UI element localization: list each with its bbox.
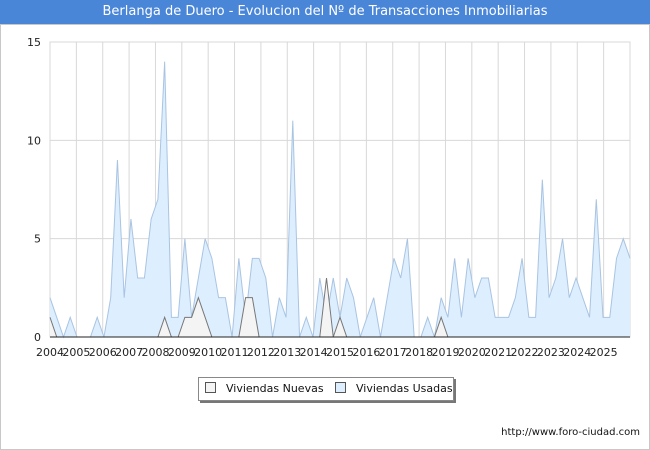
x-tick-label: 2015 — [326, 346, 354, 359]
y-tick-label: 10 — [27, 134, 41, 147]
x-tick-label: 2018 — [405, 346, 433, 359]
x-tick-label: 2023 — [537, 346, 565, 359]
x-tick-label: 2004 — [36, 346, 64, 359]
x-tick-label: 2020 — [458, 346, 486, 359]
x-tick-label: 2012 — [247, 346, 275, 359]
legend-swatch-usadas — [335, 382, 346, 393]
x-tick-label: 2024 — [563, 346, 591, 359]
legend-item-usadas: Viviendas Usadas — [335, 382, 453, 396]
x-tick-label: 2022 — [511, 346, 539, 359]
y-tick-label: 5 — [34, 233, 41, 246]
source-url: http://www.foro-ciudad.com — [501, 427, 640, 438]
y-tick-label: 0 — [34, 331, 41, 344]
x-tick-label: 2009 — [168, 346, 196, 359]
legend-label-nuevas: Viviendas Nuevas — [226, 382, 324, 395]
x-tick-label: 2013 — [273, 346, 301, 359]
x-tick-label: 2007 — [115, 346, 143, 359]
x-tick-label: 2019 — [431, 346, 459, 359]
x-tick-label: 2014 — [300, 346, 328, 359]
legend-item-nuevas: Viviendas Nuevas — [205, 382, 324, 396]
x-tick-label: 2016 — [352, 346, 380, 359]
x-tick-label: 2025 — [590, 346, 618, 359]
legend: Viviendas Nuevas Viviendas Usadas — [198, 377, 454, 401]
y-tick-label: 15 — [27, 36, 41, 49]
legend-label-usadas: Viviendas Usadas — [356, 382, 453, 395]
x-tick-label: 2021 — [484, 346, 512, 359]
legend-swatch-nuevas — [205, 382, 216, 393]
x-tick-label: 2017 — [379, 346, 407, 359]
x-tick-label: 2010 — [194, 346, 222, 359]
x-tick-label: 2006 — [89, 346, 117, 359]
x-tick-label: 2005 — [62, 346, 90, 359]
x-tick-label: 2011 — [221, 346, 249, 359]
x-tick-label: 2008 — [141, 346, 169, 359]
